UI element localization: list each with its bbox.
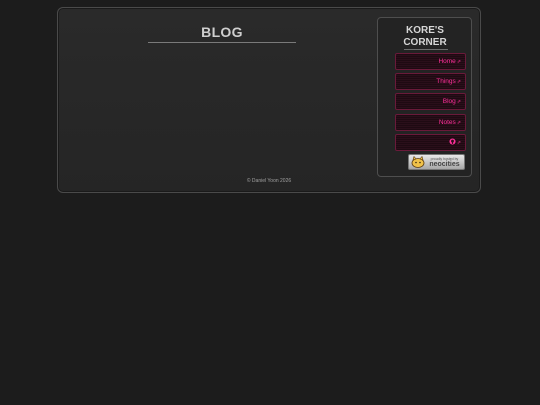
- nav-blog-label: Blog: [442, 98, 456, 105]
- site-title: KORE'S CORNER: [378, 25, 472, 49]
- title-divider: [148, 42, 296, 43]
- nav-blog-button[interactable]: Blog⇗: [395, 93, 466, 110]
- site-title-line2: CORNER: [403, 37, 447, 48]
- badge-text: proudly hosted by neocities: [425, 157, 464, 168]
- nav-things-button[interactable]: Things⇗: [395, 73, 466, 90]
- nav-home-button[interactable]: Home⇗: [395, 53, 466, 70]
- badge-small-text: proudly hosted by: [430, 156, 459, 161]
- nav-things-label: Things: [436, 78, 456, 85]
- neocities-cat-icon: [411, 156, 425, 168]
- external-link-icon: ⇗: [456, 99, 461, 105]
- nav-github-button[interactable]: ⇗: [395, 134, 466, 151]
- neocities-badge[interactable]: proudly hosted by neocities: [408, 154, 465, 170]
- external-link-icon: ⇗: [456, 59, 461, 65]
- nav-home-label: Home: [438, 58, 456, 65]
- site-title-line1: KORE'S: [406, 25, 444, 36]
- nav-notes-button[interactable]: Notes⇗: [395, 114, 466, 131]
- github-icon: [449, 138, 456, 145]
- nav-notes-label: Notes: [438, 119, 456, 126]
- footer-copyright: © Daniel Yoon 2026: [246, 178, 292, 184]
- external-link-icon: ⇗: [456, 140, 461, 146]
- external-link-icon: ⇗: [456, 120, 461, 126]
- site-title-divider: [404, 49, 448, 50]
- badge-brand-text: neocities: [429, 160, 460, 168]
- page-title: BLOG: [201, 24, 243, 40]
- sidebar: KORE'S CORNER Home⇗ Things⇗ Blog⇗ Notes⇗…: [377, 17, 472, 177]
- external-link-icon: ⇗: [456, 79, 461, 85]
